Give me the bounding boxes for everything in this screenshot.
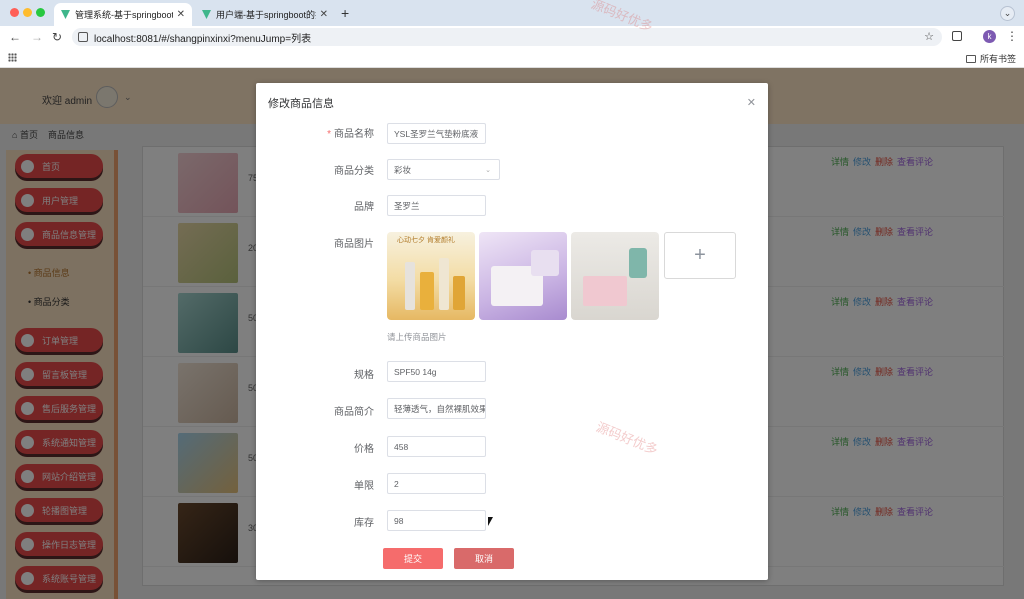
all-bookmarks-label: 所有书签 <box>979 54 1016 64</box>
name-label: * 商品名称 <box>327 129 374 140</box>
folder-icon <box>965 54 976 63</box>
back-arrow-icon[interactable]: ← <box>9 30 21 44</box>
product-image-3[interactable] <box>571 232 659 320</box>
category-selected-value: 彩妆 <box>394 164 412 175</box>
category-label: 商品分类 <box>334 166 374 177</box>
url-text: localhost:8081/#/shangpinxinxi?menuJump=… <box>94 33 312 45</box>
close-tab-icon[interactable]: ✕ <box>320 9 328 20</box>
upload-tip: 请上传商品图片 <box>387 332 447 342</box>
brand-field[interactable]: 圣罗兰 <box>387 195 486 216</box>
limit-label: 单限 <box>354 481 374 492</box>
edit-product-dialog: 修改商品信息 ✕ * 商品名称 YSL圣罗兰气垫粉底液 商品分类 彩妆 ⌄ 品牌 … <box>256 83 768 580</box>
stock-label: 库存 <box>354 518 374 529</box>
site-info-icon[interactable] <box>78 32 88 42</box>
spec-label: 规格 <box>354 370 374 381</box>
dialog-title: 修改商品信息 <box>268 98 334 110</box>
submit-button[interactable]: 提交 <box>383 548 443 569</box>
limit-field[interactable]: 2 <box>387 473 486 494</box>
intro-field[interactable]: 轻薄透气，自然裸肌效果 <box>387 398 486 419</box>
browser-toolbar: ← → ↻ localhost:8081/#/shangpinxinxi?men… <box>0 26 1024 48</box>
cancel-button[interactable]: 取消 <box>454 548 514 569</box>
close-icon[interactable]: ✕ <box>747 96 756 109</box>
close-tab-icon[interactable]: ✕ <box>177 9 185 20</box>
minimize-window-button[interactable] <box>23 8 32 17</box>
tab-search-icon[interactable]: ⌄ <box>1000 6 1015 21</box>
price-label: 价格 <box>354 444 374 455</box>
close-window-button[interactable] <box>10 8 19 17</box>
required-asterisk: * <box>327 129 331 140</box>
address-bar[interactable]: localhost:8081/#/shangpinxinxi?menuJump=… <box>72 28 942 46</box>
browser-tab-user[interactable]: 用户端-基于springboot的护肤 ✕ <box>195 3 335 26</box>
browser-menu-icon[interactable]: ⋮ <box>1006 29 1018 43</box>
tab-title: 用户端-基于springboot的护肤 <box>216 10 316 20</box>
extensions-icon[interactable] <box>952 31 962 41</box>
intro-label: 商品简介 <box>334 407 374 418</box>
images-label: 商品图片 <box>334 239 374 250</box>
profile-avatar[interactable]: k <box>983 30 996 43</box>
brand-label: 品牌 <box>354 202 374 213</box>
apps-grid-icon[interactable] <box>8 53 17 62</box>
product-image-1[interactable]: 心动七夕 肯爱颜礼 <box>387 232 475 320</box>
product-name-field[interactable]: YSL圣罗兰气垫粉底液 <box>387 123 486 144</box>
mouse-cursor-icon <box>488 517 493 526</box>
category-select[interactable]: 彩妆 ⌄ <box>387 159 500 180</box>
reload-icon[interactable]: ↻ <box>52 30 62 44</box>
bookmarks-bar: 所有书签 <box>0 48 1024 68</box>
browser-tab-bar: 管理系统-基于springboot的护肤 ✕ 用户端-基于springboot的… <box>0 0 1024 26</box>
bookmark-star-icon[interactable]: ☆ <box>924 30 934 43</box>
maximize-window-button[interactable] <box>36 8 45 17</box>
add-image-button[interactable]: + <box>664 232 736 279</box>
new-tab-button[interactable]: + <box>341 5 349 21</box>
spec-field[interactable]: SPF50 14g <box>387 361 486 382</box>
vue-logo-icon <box>202 10 211 19</box>
chevron-down-icon: ⌄ <box>485 166 491 174</box>
vue-logo-icon <box>61 10 70 19</box>
all-bookmarks-button[interactable]: 所有书签 <box>965 52 1016 65</box>
forward-arrow-icon[interactable]: → <box>31 30 43 44</box>
price-field[interactable]: 458 <box>387 436 486 457</box>
tab-title: 管理系统-基于springboot的护肤 <box>75 10 173 20</box>
product-image-2[interactable] <box>479 232 567 320</box>
image-caption: 心动七夕 肯爱颜礼 <box>397 237 455 244</box>
browser-tab-admin[interactable]: 管理系统-基于springboot的护肤 ✕ <box>54 3 192 26</box>
stock-field[interactable]: 98 <box>387 510 486 531</box>
